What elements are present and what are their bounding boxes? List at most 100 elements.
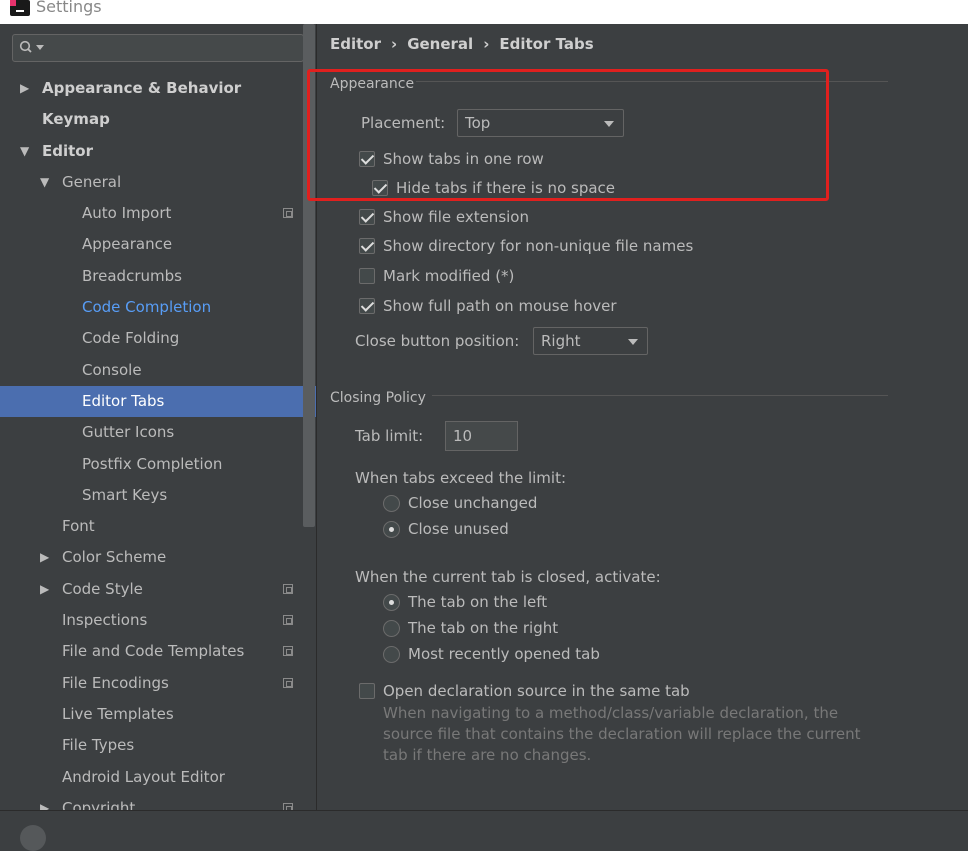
sidebar-item-live-templates[interactable]: Live Templates bbox=[0, 699, 316, 730]
expand-down-icon[interactable]: ▼ bbox=[40, 167, 49, 198]
intellij-app-icon bbox=[10, 0, 30, 16]
closing-policy-group-title: Closing Policy bbox=[330, 390, 426, 406]
sidebar-item-editor[interactable]: ▼ Editor bbox=[0, 136, 316, 167]
show-directory-label[interactable]: Show directory for non-unique file names bbox=[383, 237, 693, 255]
project-settings-icon bbox=[283, 583, 293, 594]
sidebar-item-appearance[interactable]: Appearance bbox=[0, 229, 316, 260]
close-unchanged-label[interactable]: Close unchanged bbox=[408, 494, 537, 512]
sidebar-item-editor-tabs[interactable]: Editor Tabs bbox=[0, 385, 316, 418]
sidebar-item-file-encodings[interactable]: File Encodings bbox=[0, 668, 316, 699]
show-directory-checkbox[interactable] bbox=[359, 238, 375, 254]
tab-on-left-label[interactable]: The tab on the left bbox=[408, 593, 547, 611]
tab-limit-input[interactable]: 10 bbox=[445, 421, 518, 451]
sidebar-item-color-scheme[interactable]: ▶ Color Scheme bbox=[0, 542, 316, 573]
breadcrumb: Editor › General › Editor Tabs bbox=[330, 35, 594, 53]
show-full-path-label[interactable]: Show full path on mouse hover bbox=[383, 297, 617, 315]
activate-label: When the current tab is closed, activate… bbox=[355, 568, 661, 586]
sidebar-item-auto-import[interactable]: Auto Import bbox=[0, 198, 316, 229]
exceed-limit-label: When tabs exceed the limit: bbox=[355, 469, 567, 487]
open-declaration-label[interactable]: Open declaration source in the same tab bbox=[383, 682, 690, 700]
search-options-chevron-icon[interactable] bbox=[36, 45, 44, 51]
sidebar-item-label: Smart Keys bbox=[82, 485, 168, 504]
sidebar-item-label: Font bbox=[62, 517, 95, 536]
mark-modified-checkbox[interactable] bbox=[359, 268, 375, 284]
sidebar-item-postfix-completion[interactable]: Postfix Completion bbox=[0, 449, 316, 480]
show-file-extension-label[interactable]: Show file extension bbox=[383, 208, 529, 226]
most-recent-tab-label[interactable]: Most recently opened tab bbox=[408, 645, 600, 663]
sidebar-item-keymap[interactable]: Keymap bbox=[0, 104, 316, 135]
sidebar-item-code-style[interactable]: ▶ Code Style bbox=[0, 574, 316, 605]
close-unused-radio[interactable] bbox=[383, 521, 400, 538]
sidebar-item-label: Copyright bbox=[62, 798, 136, 810]
sidebar-item-file-types[interactable]: File Types bbox=[0, 730, 316, 761]
red-highlight-annotation bbox=[307, 69, 829, 201]
tab-on-right-label[interactable]: The tab on the right bbox=[408, 619, 558, 637]
most-recent-tab-radio[interactable] bbox=[383, 646, 400, 663]
show-full-path-checkbox[interactable] bbox=[359, 298, 375, 314]
sidebar-item-label: Gutter Icons bbox=[82, 423, 175, 442]
sidebar-item-label: Code Folding bbox=[82, 329, 180, 348]
expand-down-icon[interactable]: ▼ bbox=[20, 136, 29, 167]
project-settings-icon bbox=[283, 646, 293, 657]
sidebar-item-label: Editor bbox=[42, 141, 93, 160]
sidebar-item-label: Appearance bbox=[82, 235, 173, 254]
settings-sidebar: ▶ Appearance & Behavior Keymap ▼ Editor ▼ Gene… bbox=[0, 24, 317, 810]
sidebar-item-label: Keymap bbox=[42, 110, 110, 129]
sidebar-item-label: File Types bbox=[62, 736, 135, 755]
sidebar-item-label: Android Layout Editor bbox=[62, 767, 225, 786]
sidebar-item-label: Live Templates bbox=[62, 704, 174, 723]
expand-right-icon[interactable]: ▶ bbox=[20, 73, 29, 104]
open-declaration-checkbox[interactable] bbox=[359, 683, 375, 699]
project-settings-icon bbox=[283, 615, 293, 626]
tab-on-left-radio[interactable] bbox=[383, 594, 400, 611]
project-settings-icon bbox=[283, 802, 293, 810]
tab-on-right-radio[interactable] bbox=[383, 620, 400, 637]
search-icon bbox=[19, 40, 32, 53]
sidebar-item-inspections[interactable]: Inspections bbox=[0, 605, 316, 636]
sidebar-item-general[interactable]: ▼ General bbox=[0, 167, 316, 198]
close-button-position-value: Right bbox=[541, 332, 581, 350]
sidebar-item-breadcrumbs[interactable]: Breadcrumbs bbox=[0, 261, 316, 292]
expand-right-icon[interactable]: ▶ bbox=[40, 793, 49, 810]
sidebar-item-font[interactable]: Font bbox=[0, 511, 316, 542]
project-settings-icon bbox=[283, 208, 293, 219]
project-settings-icon bbox=[283, 677, 293, 688]
close-unchanged-radio[interactable] bbox=[383, 495, 400, 512]
closing-policy-divider bbox=[432, 395, 888, 396]
sidebar-item-label: Breadcrumbs bbox=[82, 266, 182, 285]
sidebar-item-label: Editor Tabs bbox=[82, 391, 165, 410]
expand-right-icon[interactable]: ▶ bbox=[40, 574, 49, 605]
chevron-down-icon bbox=[628, 339, 638, 345]
sidebar-item-file-and-code-templates[interactable]: File and Code Templates bbox=[0, 636, 316, 667]
sidebar-item-label: Auto Import bbox=[82, 204, 172, 223]
close-unused-label[interactable]: Close unused bbox=[408, 520, 509, 538]
sidebar-item-android-layout-editor[interactable]: Android Layout Editor bbox=[0, 762, 316, 793]
help-icon[interactable] bbox=[20, 825, 46, 851]
mark-modified-label[interactable]: Mark modified (*) bbox=[383, 267, 514, 285]
sidebar-item-label: Color Scheme bbox=[62, 548, 167, 567]
open-declaration-hint: When navigating to a method/class/variab… bbox=[383, 704, 861, 764]
bottom-bar bbox=[0, 810, 968, 851]
sidebar-item-gutter-icons[interactable]: Gutter Icons bbox=[0, 417, 316, 448]
close-button-position-dropdown[interactable]: Right bbox=[533, 327, 648, 355]
close-button-position-label: Close button position: bbox=[355, 332, 520, 350]
sidebar-item-label: Postfix Completion bbox=[82, 454, 223, 473]
show-file-extension-checkbox[interactable] bbox=[359, 209, 375, 225]
window-title: Settings bbox=[36, 0, 102, 16]
search-input[interactable] bbox=[12, 34, 304, 62]
breadcrumb-item-general: General bbox=[407, 35, 474, 53]
sidebar-item-label: Console bbox=[82, 360, 142, 379]
sidebar-item-console[interactable]: Console bbox=[0, 355, 316, 386]
tab-limit-label: Tab limit: bbox=[355, 427, 424, 445]
settings-tree: ▶ Appearance & Behavior Keymap ▼ Editor ▼ Gene… bbox=[0, 73, 316, 810]
sidebar-item-label: Code Completion bbox=[82, 298, 212, 317]
expand-right-icon[interactable]: ▶ bbox=[40, 542, 49, 573]
title-bar: Settings bbox=[0, 0, 968, 24]
sidebar-item-code-folding[interactable]: Code Folding bbox=[0, 323, 316, 354]
sidebar-item-appearance-behavior[interactable]: ▶ Appearance & Behavior bbox=[0, 73, 316, 104]
breadcrumb-separator: › bbox=[391, 35, 398, 53]
sidebar-item-smart-keys[interactable]: Smart Keys bbox=[0, 480, 316, 511]
sidebar-item-copyright[interactable]: ▶ Copyright bbox=[0, 793, 316, 810]
sidebar-item-code-completion[interactable]: Code Completion bbox=[0, 292, 316, 323]
sidebar-item-label: File and Code Templates bbox=[62, 642, 245, 661]
